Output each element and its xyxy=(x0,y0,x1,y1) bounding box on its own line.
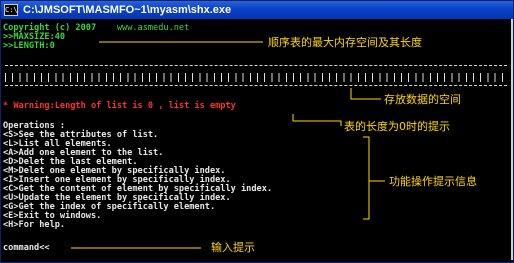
annotation-zero-hint: 表的长度为0时的提示 xyxy=(344,120,450,133)
right-edge xyxy=(511,19,513,260)
op-help: <H>For help. xyxy=(3,220,66,230)
title-bar[interactable]: C:\ C:\JMSOFT\MASMFO~1\myasm\shx.exe xyxy=(1,1,513,19)
console-window: C:\ C:\JMSOFT\MASMFO~1\myasm\shx.exe Cop… xyxy=(0,0,514,263)
console-icon: C:\ xyxy=(4,4,18,16)
annotation-storage: 存放数据的空间 xyxy=(384,93,461,106)
window-title: C:\JMSOFT\MASMFO~1\myasm\shx.exe xyxy=(23,4,232,16)
warning-message: * Warning:Length of list is 0 , list is … xyxy=(3,101,236,111)
site-url: www.asmedu.net xyxy=(116,23,190,33)
storage-top-border xyxy=(5,65,507,66)
storage-cells xyxy=(5,73,507,82)
annotation-max-length: 顺序表的最大内存空间及其长度 xyxy=(268,36,422,49)
command-prompt[interactable]: command<< xyxy=(3,244,50,253)
storage-bottom-border xyxy=(5,85,507,86)
length-line: >>LENGTH:0 xyxy=(3,41,55,51)
annotation-input-hint: 输入提示 xyxy=(211,241,255,254)
annotation-ops-hint: 功能操作提示信息 xyxy=(389,175,477,188)
